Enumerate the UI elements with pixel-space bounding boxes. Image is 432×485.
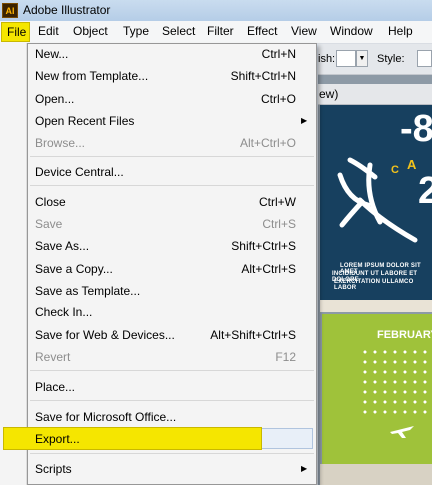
artwork-big-glyph-mid: 2 — [418, 170, 432, 212]
menu-item-check-in[interactable]: Check In... — [35, 305, 92, 319]
menu-item-export[interactable]: Export... — [35, 432, 80, 446]
opacity-field[interactable] — [336, 50, 356, 67]
menu-view[interactable]: View — [291, 24, 317, 38]
menu-help[interactable]: Help — [388, 24, 413, 38]
shortcut-save-as: Shift+Ctrl+S — [231, 239, 296, 253]
menu-item-save-as[interactable]: Save As... — [35, 239, 89, 253]
shortcut-save-a-copy: Alt+Ctrl+S — [241, 262, 296, 276]
menu-item-browse[interactable]: Browse... — [35, 136, 85, 150]
menu-separator — [30, 156, 314, 157]
artwork-bottom-strip — [320, 464, 432, 485]
menu-separator — [30, 185, 314, 186]
document-tab-title: ew) — [319, 87, 339, 101]
artwork-divider-strip — [320, 300, 432, 312]
menu-type[interactable]: Type — [123, 24, 149, 38]
menu-item-open[interactable]: Open... — [35, 92, 74, 106]
style-label: Style: — [377, 53, 405, 65]
shortcut-new: Ctrl+N — [261, 47, 296, 61]
shortcut-close: Ctrl+W — [259, 195, 296, 209]
menu-separator — [30, 400, 314, 401]
menu-item-new[interactable]: New... — [35, 47, 68, 61]
shortcut-browse: Alt+Ctrl+O — [239, 136, 296, 150]
shortcut-open: Ctrl+O — [260, 92, 296, 106]
menu-select[interactable]: Select — [162, 24, 195, 38]
menu-effect[interactable]: Effect — [247, 24, 277, 38]
menu-item-new-from-template[interactable]: New from Template... — [35, 69, 148, 83]
shortcut-new-from-template: Shift+Ctrl+N — [230, 69, 296, 83]
menu-file[interactable]: File — [1, 22, 30, 42]
menu-filter[interactable]: Filter — [207, 24, 234, 38]
menu-separator — [30, 370, 314, 371]
illustrator-app-icon: AI — [2, 3, 18, 18]
style-dropdown[interactable] — [417, 50, 432, 67]
menu-separator — [30, 453, 314, 454]
calendar-month-title: FEBRUARY — [377, 329, 432, 341]
calendar-days-grid — [360, 347, 430, 417]
control-label-partial: ish: — [318, 53, 336, 65]
shortcut-save: Ctrl+S — [262, 217, 296, 231]
menu-bar: File Edit Object Type Select Filter Effe… — [0, 21, 432, 44]
window-title: Adobe Illustrator — [23, 3, 111, 17]
menu-item-hover-highlight — [262, 428, 313, 449]
menu-item-save-for-office[interactable]: Save for Microsoft Office... — [35, 410, 176, 424]
shortcut-revert: F12 — [275, 350, 296, 364]
menu-item-close[interactable]: Close — [35, 195, 66, 209]
menu-item-save-as-template[interactable]: Save as Template... — [35, 284, 140, 298]
menu-window[interactable]: Window — [330, 24, 373, 38]
menu-item-scripts[interactable]: Scripts — [35, 462, 72, 476]
menu-icon-gutter — [0, 43, 27, 485]
artwork-text-line-3: EXERCITATION ULLAMCO LABOR — [334, 279, 414, 291]
shortcut-save-for-web: Alt+Shift+Ctrl+S — [210, 328, 296, 342]
menu-item-revert[interactable]: Revert — [35, 350, 70, 364]
menu-item-device-central[interactable]: Device Central... — [35, 165, 124, 179]
artwork-letter-c: C — [391, 164, 399, 176]
document-tab[interactable]: ew) — [318, 84, 432, 105]
artwork-letter-a: A — [407, 157, 417, 172]
control-bar: ish: ▼ Style: — [318, 44, 432, 75]
menu-item-save-a-copy[interactable]: Save a Copy... — [35, 262, 113, 276]
chevron-down-icon[interactable]: ▼ — [356, 50, 368, 67]
menu-item-save[interactable]: Save — [35, 217, 62, 231]
submenu-arrow-icon: ▶ — [301, 116, 308, 125]
menu-object[interactable]: Object — [73, 24, 108, 38]
menu-item-open-recent[interactable]: Open Recent Files — [35, 114, 134, 128]
airplane-icon — [390, 426, 414, 438]
submenu-arrow-icon: ▶ — [301, 464, 308, 473]
menu-item-save-for-web[interactable]: Save for Web & Devices... — [35, 328, 175, 342]
menu-item-place[interactable]: Place... — [35, 380, 75, 394]
title-bar: AI Adobe Illustrator — [0, 0, 432, 21]
menu-file-label: File — [7, 25, 27, 39]
menu-edit[interactable]: Edit — [38, 24, 59, 38]
artwork-big-glyph-top: -8 — [400, 108, 432, 150]
